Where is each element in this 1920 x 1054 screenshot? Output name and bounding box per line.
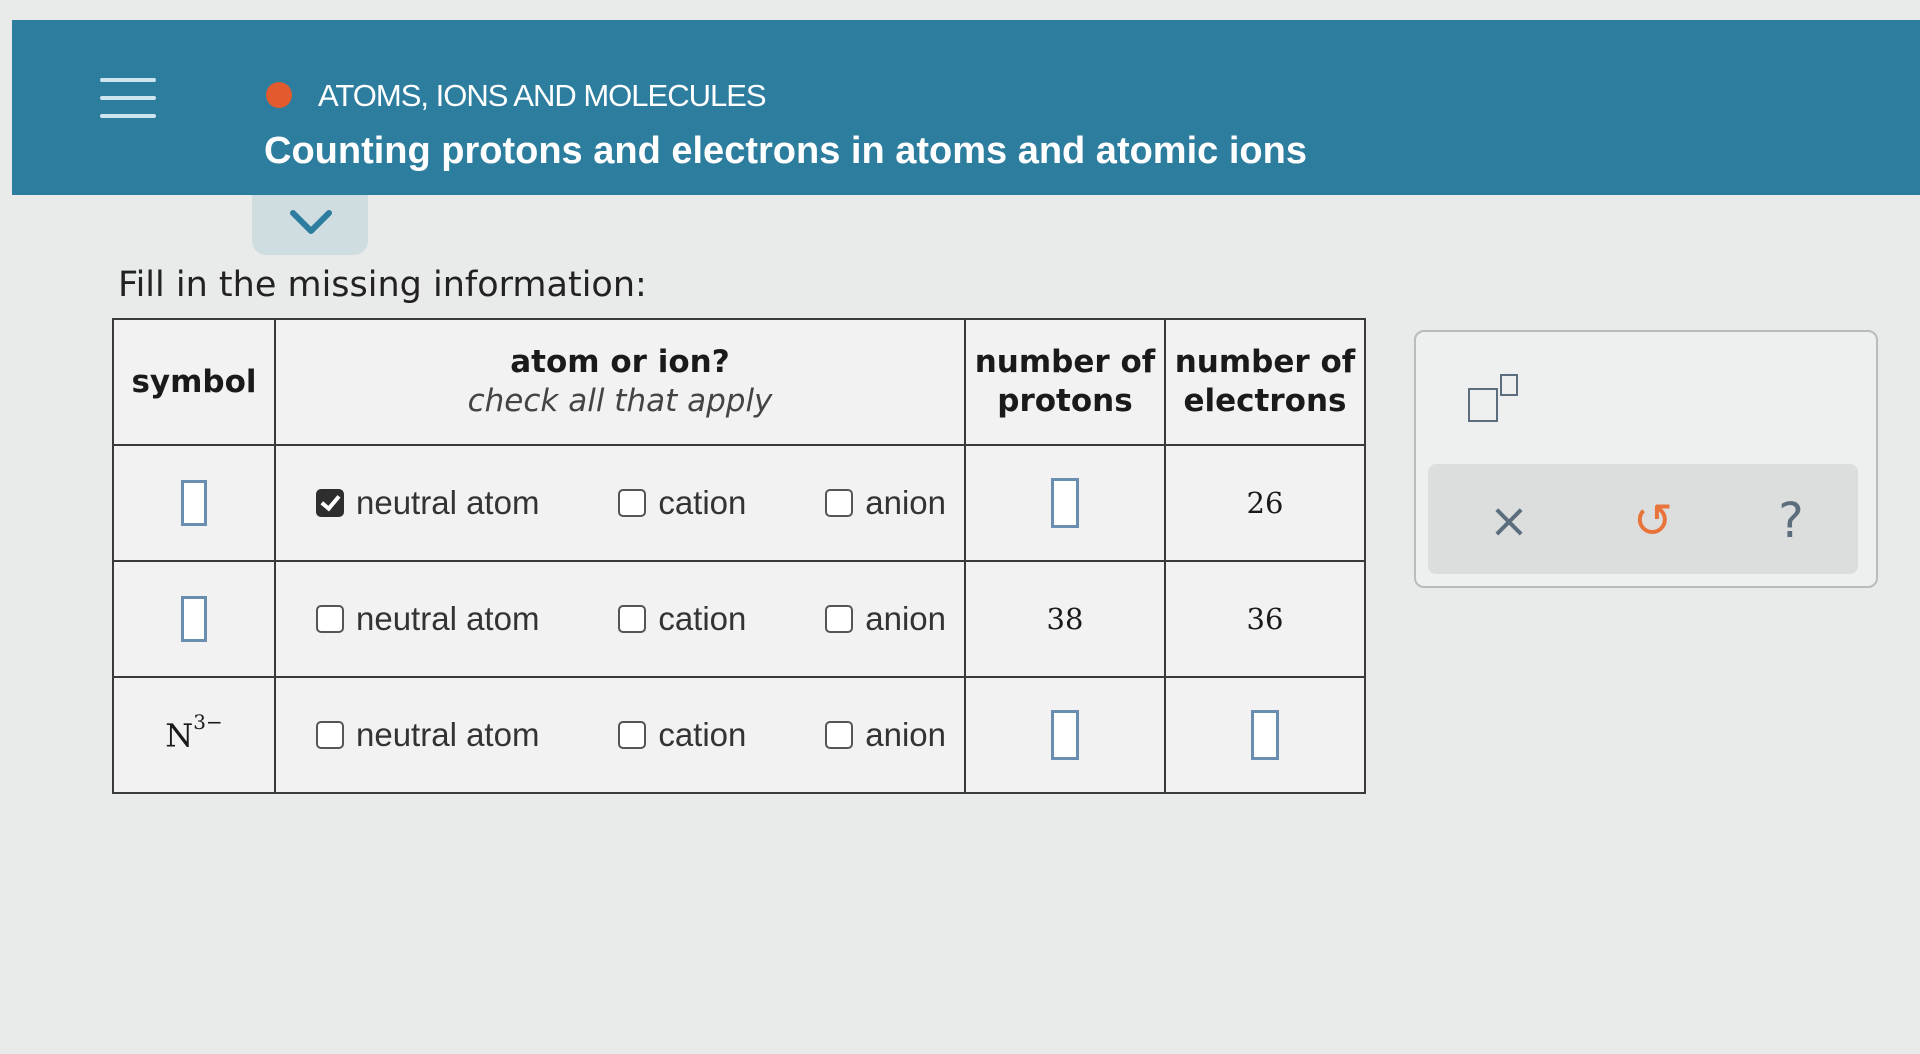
tool-button-bar: × ↺ ? [1428,464,1858,574]
checkbox-icon[interactable] [825,605,854,633]
symbol-answer-box[interactable] [181,480,207,526]
help-button[interactable]: ? [1756,486,1826,556]
symbol-cell [112,560,276,678]
checkbox-icon[interactable] [825,721,854,749]
ion-symbol: N3− [165,710,222,755]
header-bar: ATOMS, IONS AND MOLECULES Counting proto… [12,20,1920,195]
header-atom-or-ion-label: atom or ion? [510,344,730,381]
table-row: N3− neutral atom cation anion [112,676,1366,794]
protons-value: 38 [1046,602,1084,636]
table-header-row: symbol atom or ion? check all that apply… [112,318,1366,446]
checkbox-icon[interactable] [825,489,854,517]
electrons-value: 36 [1246,602,1284,636]
menu-icon[interactable] [100,78,156,138]
symbol-answer-box[interactable] [181,596,207,642]
atom-or-ion-cell: neutral atom cation anion [274,444,966,562]
option-cation[interactable]: cation [618,600,746,638]
option-label: cation [658,484,747,521]
electrons-cell: 36 [1164,560,1366,678]
electrons-cell [1164,676,1366,794]
protons-cell [964,444,1166,562]
element-symbol: N [165,716,194,755]
option-label: neutral atom [356,484,540,521]
checkbox-icon[interactable] [618,721,647,749]
atom-or-ion-cell: neutral atom cation anion [274,676,966,794]
option-anion[interactable]: anion [825,484,946,522]
electrons-value: 26 [1246,486,1284,520]
question-table: symbol atom or ion? check all that apply… [112,318,1366,794]
ion-charge: 3− [193,709,223,734]
topic-status-dot [266,82,292,108]
superscript-exponent-box [1500,374,1518,396]
option-neutral-atom[interactable]: neutral atom [316,600,539,638]
undo-button[interactable]: ↺ [1618,486,1688,556]
checkbox-checked-icon[interactable] [316,489,344,517]
topic-label: ATOMS, IONS AND MOLECULES [318,78,767,113]
option-cation[interactable]: cation [618,716,746,754]
lesson-title: Counting protons and electrons in atoms … [264,130,1307,172]
header-protons: number of protons [964,318,1166,446]
header-symbol: symbol [112,318,276,446]
clear-button[interactable]: × [1474,486,1544,556]
option-label: cation [658,600,747,637]
protons-answer-box[interactable] [1051,710,1079,760]
symbol-cell [112,444,276,562]
header-check-all-hint: check all that apply [467,383,773,419]
protons-cell [964,676,1166,794]
header-atom-or-ion: atom or ion? check all that apply [274,318,966,446]
option-neutral-atom[interactable]: neutral atom [316,716,539,754]
instructions: Fill in the missing information: [118,265,647,305]
option-label: cation [658,716,747,753]
option-cation[interactable]: cation [618,484,746,522]
header-electrons: number of electrons [1164,318,1366,446]
checkbox-icon[interactable] [618,489,647,517]
option-label: anion [865,600,946,637]
electrons-cell: 26 [1164,444,1366,562]
option-label: neutral atom [356,600,540,637]
checkbox-icon[interactable] [316,605,344,633]
option-neutral-atom[interactable]: neutral atom [316,484,539,522]
electrons-answer-box[interactable] [1251,710,1279,760]
collapse-header-button[interactable] [252,195,368,255]
checkbox-icon[interactable] [618,605,647,633]
option-label: anion [865,484,946,521]
option-anion[interactable]: anion [825,716,946,754]
superscript-icon[interactable] [1468,374,1518,424]
option-anion[interactable]: anion [825,600,946,638]
atom-or-ion-cell: neutral atom cation anion [274,560,966,678]
chevron-down-icon [290,210,332,234]
protons-answer-box[interactable] [1051,478,1079,528]
option-label: neutral atom [356,716,540,753]
checkbox-icon[interactable] [316,721,344,749]
superscript-base-box [1468,388,1498,422]
protons-cell: 38 [964,560,1166,678]
table-row: neutral atom cation anion 38 36 [112,560,1366,678]
option-label: anion [865,716,946,753]
answer-tools-panel: × ↺ ? [1414,330,1878,588]
table-row: neutral atom cation anion 26 [112,444,1366,562]
symbol-cell: N3− [112,676,276,794]
